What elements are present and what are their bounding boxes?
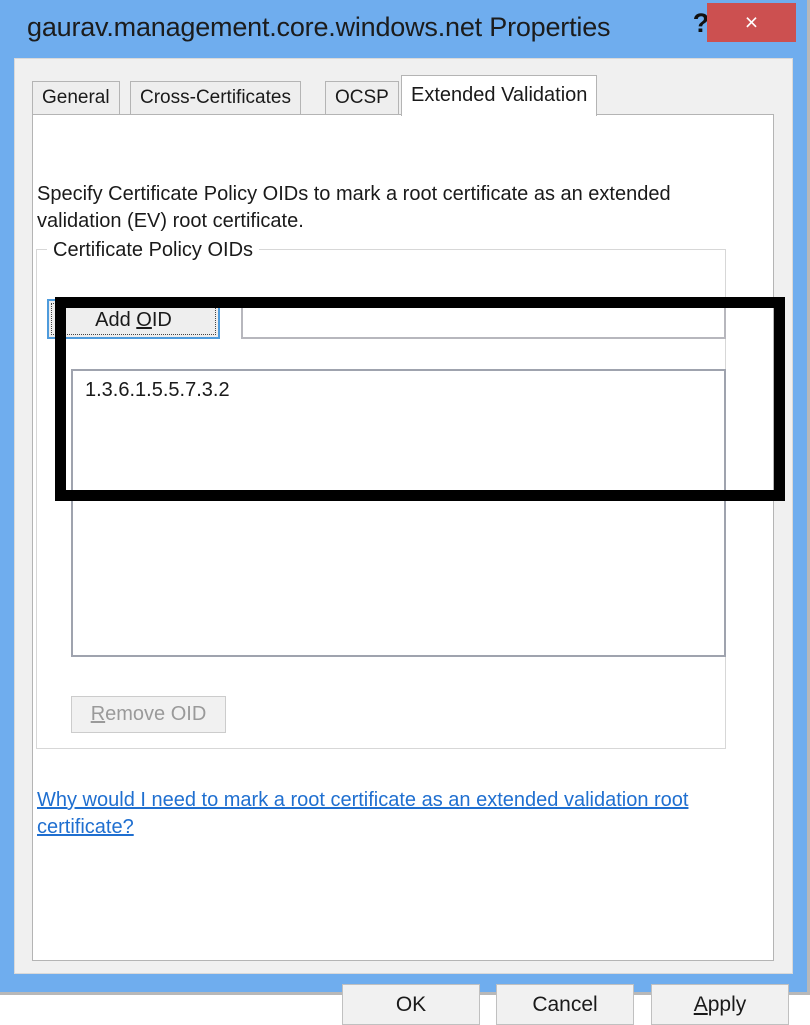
tab-strip: General Cross-Certificates OCSP Extended… xyxy=(32,75,774,116)
groupbox-title: Certificate Policy OIDs xyxy=(47,239,260,262)
remove-oid-label-suffix: emove OID xyxy=(105,703,207,725)
oid-input[interactable] xyxy=(241,300,726,339)
window-title: gaurav.management.core.windows.net Prope… xyxy=(27,12,611,42)
remove-oid-accelerator: R xyxy=(90,703,106,725)
tab-cross-certificates[interactable]: Cross-Certificates xyxy=(130,81,301,115)
help-hyperlink[interactable]: Why would I need to mark a root certific… xyxy=(37,787,737,841)
tab-ocsp[interactable]: OCSP xyxy=(325,81,399,115)
tab-extended-validation[interactable]: Extended Validation xyxy=(401,75,598,116)
list-item[interactable]: 1.3.6.1.5.5.7.3.2 xyxy=(73,371,724,402)
title-bar: gaurav.management.core.windows.net Prope… xyxy=(0,0,807,60)
close-icon[interactable]: × xyxy=(707,3,796,42)
cancel-button[interactable]: Cancel xyxy=(496,984,634,1025)
page-description: Specify Certificate Policy OIDs to mark … xyxy=(37,183,671,232)
apply-accelerator: A xyxy=(693,993,708,1016)
add-oid-button[interactable]: Add OID xyxy=(47,299,220,339)
ok-button[interactable]: OK xyxy=(342,984,480,1025)
oid-list-box[interactable]: 1.3.6.1.5.5.7.3.2 xyxy=(71,369,726,657)
dialog-body: General Cross-Certificates OCSP Extended… xyxy=(14,58,793,1025)
tab-general[interactable]: General xyxy=(32,81,120,115)
remove-oid-button[interactable]: Remove OID xyxy=(71,696,226,733)
add-oid-button-label: Add OID xyxy=(51,303,216,335)
add-oid-accelerator: O xyxy=(136,309,152,331)
window-frame: gaurav.management.core.windows.net Prope… xyxy=(0,0,810,1025)
add-oid-label-prefix: Add xyxy=(95,309,137,331)
add-oid-label-suffix: ID xyxy=(151,309,172,331)
apply-label-suffix: pply xyxy=(707,993,747,1016)
apply-button[interactable]: Apply xyxy=(651,984,789,1025)
